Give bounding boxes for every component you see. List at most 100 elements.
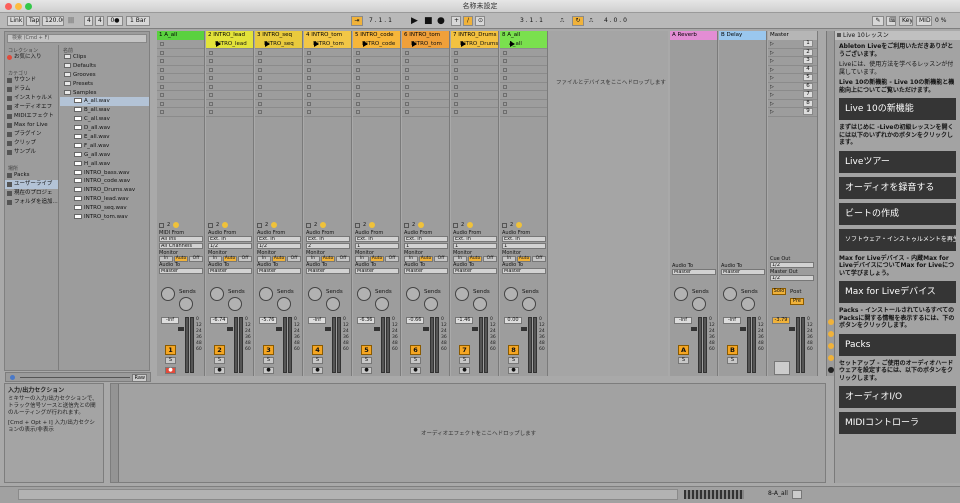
track-activator-button[interactable]: 5 xyxy=(361,345,372,355)
sidebar-item-plugins[interactable]: プラグイン xyxy=(5,130,58,139)
browser-item[interactable]: INTRO_lead.wav xyxy=(60,195,149,204)
stop-button-icon[interactable] xyxy=(405,84,409,89)
clip-slot[interactable] xyxy=(451,108,498,117)
input-type-chooser[interactable]: Ext. In xyxy=(502,236,546,242)
stop-button-icon[interactable] xyxy=(209,101,213,106)
clip-slot[interactable] xyxy=(157,49,204,57)
input-type-chooser[interactable]: Ext. In xyxy=(208,236,252,242)
clip-slot[interactable] xyxy=(255,66,302,74)
signature-denominator[interactable]: 4 xyxy=(95,16,104,26)
clip-slot[interactable] xyxy=(206,100,253,108)
browser-item[interactable]: A_all.wav xyxy=(60,97,149,107)
stop-button-icon[interactable] xyxy=(209,50,213,55)
track-activator-button[interactable]: B xyxy=(727,345,738,355)
stop-button-icon[interactable] xyxy=(209,93,213,97)
mixer-toggle-icon[interactable] xyxy=(828,355,834,361)
stop-button-icon[interactable] xyxy=(503,67,507,72)
midi-controller-button[interactable]: MIDIコントローラ xyxy=(839,412,956,434)
input-type-chooser[interactable]: All Ins xyxy=(159,236,203,242)
browser-search-input[interactable]: 検索 (Cmd + F) xyxy=(7,34,147,43)
volume-field[interactable]: -inf xyxy=(161,317,179,324)
stop-icon[interactable]: ■ xyxy=(424,16,433,26)
returns-toggle-icon[interactable] xyxy=(828,343,834,349)
stop-clip-icon[interactable] xyxy=(453,222,458,228)
track-activator-button[interactable]: 8 xyxy=(508,345,519,355)
volume-fader-handle[interactable] xyxy=(691,327,697,331)
browser-item[interactable]: H_all.wav xyxy=(60,160,149,169)
browser-item[interactable]: Samples xyxy=(60,89,149,98)
clip-slot[interactable] xyxy=(500,100,547,108)
clip-slot[interactable] xyxy=(451,74,498,83)
volume-fader-handle[interactable] xyxy=(374,327,380,331)
send-b-knob[interactable] xyxy=(473,297,487,311)
clip-slot[interactable]: INTRO_tom xyxy=(304,40,351,49)
scene-play-icon[interactable]: ▷ xyxy=(770,74,774,82)
stop-button-icon[interactable] xyxy=(307,50,311,55)
clip-slot[interactable] xyxy=(500,49,547,57)
detail-view-toggle-icon[interactable] xyxy=(792,490,802,499)
send-b-knob[interactable] xyxy=(228,297,242,311)
send-a-knob[interactable] xyxy=(357,287,371,301)
stop-clip-icon[interactable] xyxy=(502,222,507,228)
stop-button-icon[interactable] xyxy=(503,93,507,97)
stop-button-icon[interactable] xyxy=(356,93,360,97)
sidebar-item-user-library[interactable]: ユーザーライブ xyxy=(5,180,58,189)
stop-button-icon[interactable] xyxy=(454,59,458,63)
track-title[interactable]: 8 A_all xyxy=(500,31,547,40)
output-type-chooser[interactable]: Master xyxy=(257,268,301,274)
clip-slot[interactable] xyxy=(500,108,547,117)
scene-launch-slot[interactable]: ▷ 8 xyxy=(768,99,817,108)
browser-item[interactable]: G_all.wav xyxy=(60,151,149,160)
clip-slot[interactable] xyxy=(451,83,498,91)
scene-play-icon[interactable]: ▷ xyxy=(770,91,774,99)
sidebar-item-current-project[interactable]: 現在のプロジェ xyxy=(5,189,58,198)
output-type-chooser[interactable]: Master xyxy=(208,268,252,274)
volume-fader-handle[interactable] xyxy=(227,327,233,331)
arm-button[interactable]: ● xyxy=(508,367,519,374)
clip-slot[interactable] xyxy=(304,66,351,74)
close-window-button[interactable] xyxy=(5,3,12,10)
solo-button[interactable]: S xyxy=(410,357,421,364)
browser-item[interactable]: Defaults xyxy=(60,62,149,71)
stop-button-icon[interactable] xyxy=(307,110,311,114)
input-type-chooser[interactable]: Ext. In xyxy=(355,236,399,242)
stop-button-icon[interactable] xyxy=(160,101,164,106)
return-track-title[interactable]: B Delay xyxy=(719,31,766,40)
stop-clip-icon[interactable] xyxy=(306,222,311,228)
browser-item[interactable]: B_all.wav xyxy=(60,106,149,115)
volume-field[interactable]: -6.36 xyxy=(357,317,375,324)
solo-button[interactable]: S xyxy=(214,357,225,364)
browser-item[interactable]: INTRO_tom.wav xyxy=(60,213,149,222)
clip-slot[interactable] xyxy=(500,83,547,91)
automation-arm-icon[interactable]: ∕ xyxy=(463,16,473,26)
scene-play-icon[interactable]: ▷ xyxy=(770,66,774,74)
arrangement-position[interactable]: 7 . 1 . 1 xyxy=(369,16,392,26)
stop-button-icon[interactable] xyxy=(356,50,360,55)
stop-button-icon[interactable] xyxy=(307,59,311,63)
sidebar-item-audio-effects[interactable]: オーディオエフ xyxy=(5,103,58,112)
sidebar-item-max-for-live[interactable]: Max for Live xyxy=(5,121,58,130)
volume-field[interactable]: -inf xyxy=(308,317,326,324)
arm-button[interactable]: ● xyxy=(165,367,176,374)
clip-slot[interactable] xyxy=(451,66,498,74)
metronome-button[interactable]: 0● xyxy=(107,16,123,26)
monitor-off-button[interactable]: Off xyxy=(483,256,497,262)
clip-slot[interactable] xyxy=(206,49,253,57)
clip-slot[interactable] xyxy=(206,108,253,117)
browser-item[interactable]: Clips xyxy=(60,53,149,62)
clip-slot[interactable] xyxy=(255,100,302,108)
input-channel-chooser[interactable]: 2 xyxy=(306,243,350,249)
send-a-knob[interactable] xyxy=(455,287,469,301)
volume-field[interactable]: -inf xyxy=(723,317,741,324)
signature-numerator[interactable]: 4 xyxy=(84,16,93,26)
stop-button-icon[interactable] xyxy=(209,59,213,63)
stop-clip-icon[interactable] xyxy=(208,222,213,228)
monitor-off-button[interactable]: Off xyxy=(434,256,448,262)
output-type-chooser[interactable]: Master xyxy=(306,268,350,274)
follow-icon[interactable]: ⇥ xyxy=(351,16,363,26)
midi-map-button[interactable]: MIDI xyxy=(916,16,932,26)
send-a-knob[interactable] xyxy=(674,287,688,301)
send-a-knob[interactable] xyxy=(406,287,420,301)
loop-start[interactable]: 3 . 1 . 1 xyxy=(520,16,543,26)
send-a-knob[interactable] xyxy=(259,287,273,301)
